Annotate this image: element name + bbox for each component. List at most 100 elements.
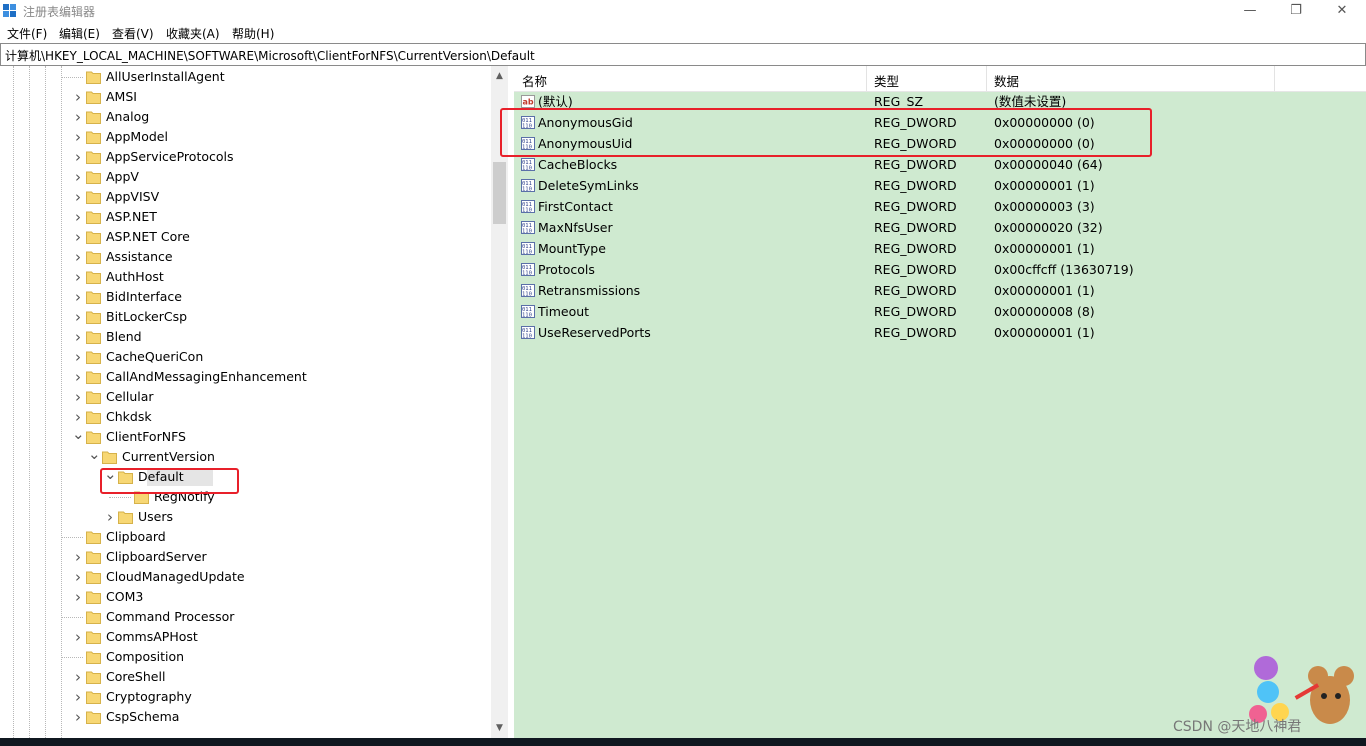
chevron-right-icon[interactable]: › xyxy=(72,187,84,207)
chevron-right-icon[interactable]: › xyxy=(72,567,84,587)
value-row[interactable]: 011 110 DeleteSymLinks REG_DWORD 0x00000001 … xyxy=(514,175,1366,196)
folder-icon xyxy=(86,91,101,104)
tree-item[interactable]: ⌄ Default xyxy=(0,467,490,487)
column-divider[interactable] xyxy=(866,66,867,91)
tree-item[interactable]: RegNotify xyxy=(0,487,490,507)
tree-connector-line xyxy=(61,617,83,618)
tree-item[interactable]: › COM3 xyxy=(0,587,490,607)
tree-item[interactable]: Command Processor xyxy=(0,607,490,627)
chevron-right-icon[interactable]: › xyxy=(72,547,84,567)
tree-item[interactable]: › BitLockerCsp xyxy=(0,307,490,327)
tree-item[interactable]: › AuthHost xyxy=(0,267,490,287)
column-divider[interactable] xyxy=(1274,66,1275,91)
column-data-header[interactable]: 数据 xyxy=(994,71,1019,90)
value-row[interactable]: 011 110 Timeout REG_DWORD 0x00000008 (8) xyxy=(514,301,1366,322)
tree-item[interactable]: › AppVISV xyxy=(0,187,490,207)
folder-icon xyxy=(86,331,101,344)
tree-item[interactable]: › Analog xyxy=(0,107,490,127)
address-path[interactable]: 计算机\HKEY_LOCAL_MACHINE\SOFTWARE\Microsof… xyxy=(5,47,535,64)
menu-view[interactable]: 查看(V) xyxy=(112,25,154,42)
chevron-down-icon[interactable]: ⌄ xyxy=(88,447,101,467)
tree-item[interactable]: › AMSI xyxy=(0,87,490,107)
scroll-down-icon[interactable]: ▼ xyxy=(491,720,508,736)
column-name-header[interactable]: 名称 xyxy=(522,71,547,90)
tree-item[interactable]: Composition xyxy=(0,647,490,667)
registry-values-list[interactable]: 名称 类型 数据 ab (默认) REG_SZ (数值未设置) 011 110 Anonym… xyxy=(514,66,1366,738)
tree-item[interactable]: › ASP.NET xyxy=(0,207,490,227)
tree-item[interactable]: › Chkdsk xyxy=(0,407,490,427)
chevron-right-icon[interactable]: › xyxy=(72,87,84,107)
menu-edit[interactable]: 编辑(E) xyxy=(59,25,100,42)
menu-favorites[interactable]: 收藏夹(A) xyxy=(166,25,220,42)
column-divider[interactable] xyxy=(986,66,987,91)
chevron-right-icon[interactable]: › xyxy=(72,387,84,407)
chevron-right-icon[interactable]: › xyxy=(104,507,116,527)
tree-item[interactable]: › ClipboardServer xyxy=(0,547,490,567)
folder-icon xyxy=(86,171,101,184)
tree-item[interactable]: › Assistance xyxy=(0,247,490,267)
chevron-right-icon[interactable]: › xyxy=(72,207,84,227)
menu-file[interactable]: 文件(F) xyxy=(7,25,47,42)
chevron-right-icon[interactable]: › xyxy=(72,627,84,647)
value-row[interactable]: 011 110 UseReservedPorts REG_DWORD 0x0000000… xyxy=(514,322,1366,343)
value-row[interactable]: 011 110 Protocols REG_DWORD 0x00cffcff (1363… xyxy=(514,259,1366,280)
chevron-right-icon[interactable]: › xyxy=(72,167,84,187)
tree-scrollbar[interactable]: ▲ ▼ xyxy=(491,66,508,738)
address-bar[interactable]: 计算机\HKEY_LOCAL_MACHINE\SOFTWARE\Microsof… xyxy=(0,43,1366,66)
value-row[interactable]: 011 110 MaxNfsUser REG_DWORD 0x00000020 (32) xyxy=(514,217,1366,238)
column-type-header[interactable]: 类型 xyxy=(874,71,899,90)
maximize-button[interactable]: ❐ xyxy=(1273,0,1319,22)
value-row[interactable]: 011 110 CacheBlocks REG_DWORD 0x00000040 (64… xyxy=(514,154,1366,175)
scroll-thumb[interactable] xyxy=(493,162,506,224)
value-row[interactable]: 011 110 Retransmissions REG_DWORD 0x00000001… xyxy=(514,280,1366,301)
tree-item[interactable]: › Cellular xyxy=(0,387,490,407)
chevron-right-icon[interactable]: › xyxy=(72,707,84,727)
minimize-button[interactable]: — xyxy=(1227,0,1273,22)
tree-item[interactable]: › BidInterface xyxy=(0,287,490,307)
chevron-right-icon[interactable]: › xyxy=(72,267,84,287)
scroll-up-icon[interactable]: ▲ xyxy=(491,68,508,84)
close-button[interactable]: ✕ xyxy=(1319,0,1365,22)
tree-item[interactable]: ⌄ CurrentVersion xyxy=(0,447,490,467)
chevron-right-icon[interactable]: › xyxy=(72,407,84,427)
tree-item[interactable]: › CspSchema xyxy=(0,707,490,727)
chevron-right-icon[interactable]: › xyxy=(72,147,84,167)
registry-key-tree[interactable]: AllUserInstallAgent › AMSI › Analog › AppModel… xyxy=(0,66,508,738)
chevron-right-icon[interactable]: › xyxy=(72,347,84,367)
folder-icon xyxy=(86,651,101,664)
value-row[interactable]: 011 110 MountType REG_DWORD 0x00000001 (1) xyxy=(514,238,1366,259)
chevron-right-icon[interactable]: › xyxy=(72,587,84,607)
chevron-right-icon[interactable]: › xyxy=(72,667,84,687)
tree-item[interactable]: ⌄ ClientForNFS xyxy=(0,427,490,447)
chevron-right-icon[interactable]: › xyxy=(72,227,84,247)
chevron-right-icon[interactable]: › xyxy=(72,247,84,267)
chevron-right-icon[interactable]: › xyxy=(72,107,84,127)
tree-item[interactable]: › CacheQueriCon xyxy=(0,347,490,367)
chevron-right-icon[interactable]: › xyxy=(72,327,84,347)
chevron-right-icon[interactable]: › xyxy=(72,127,84,147)
tree-item[interactable]: › CommsAPHost xyxy=(0,627,490,647)
tree-item[interactable]: › ASP.NET Core xyxy=(0,227,490,247)
chevron-right-icon[interactable]: › xyxy=(72,307,84,327)
folder-icon xyxy=(102,451,117,464)
folder-icon xyxy=(86,411,101,424)
folder-icon xyxy=(86,571,101,584)
tree-item[interactable]: › AppServiceProtocols xyxy=(0,147,490,167)
tree-item[interactable]: › AppV xyxy=(0,167,490,187)
tree-item[interactable]: › CloudManagedUpdate xyxy=(0,567,490,587)
tree-item[interactable]: › AppModel xyxy=(0,127,490,147)
tree-item[interactable]: › Blend xyxy=(0,327,490,347)
tree-item[interactable]: Clipboard xyxy=(0,527,490,547)
chevron-right-icon[interactable]: › xyxy=(72,287,84,307)
tree-item[interactable]: › CoreShell xyxy=(0,667,490,687)
tree-item[interactable]: › Users xyxy=(0,507,490,527)
tree-item[interactable]: › CallAndMessagingEnhancement xyxy=(0,367,490,387)
tree-item[interactable]: › Cryptography xyxy=(0,687,490,707)
menu-help[interactable]: 帮助(H) xyxy=(232,25,274,42)
value-row[interactable]: 011 110 FirstContact REG_DWORD 0x00000003 (3… xyxy=(514,196,1366,217)
chevron-right-icon[interactable]: › xyxy=(72,687,84,707)
tree-item[interactable]: AllUserInstallAgent xyxy=(0,67,490,87)
tree-item-label: COM3 xyxy=(106,589,144,604)
chevron-right-icon[interactable]: › xyxy=(72,367,84,387)
chevron-down-icon[interactable]: ⌄ xyxy=(72,427,85,447)
